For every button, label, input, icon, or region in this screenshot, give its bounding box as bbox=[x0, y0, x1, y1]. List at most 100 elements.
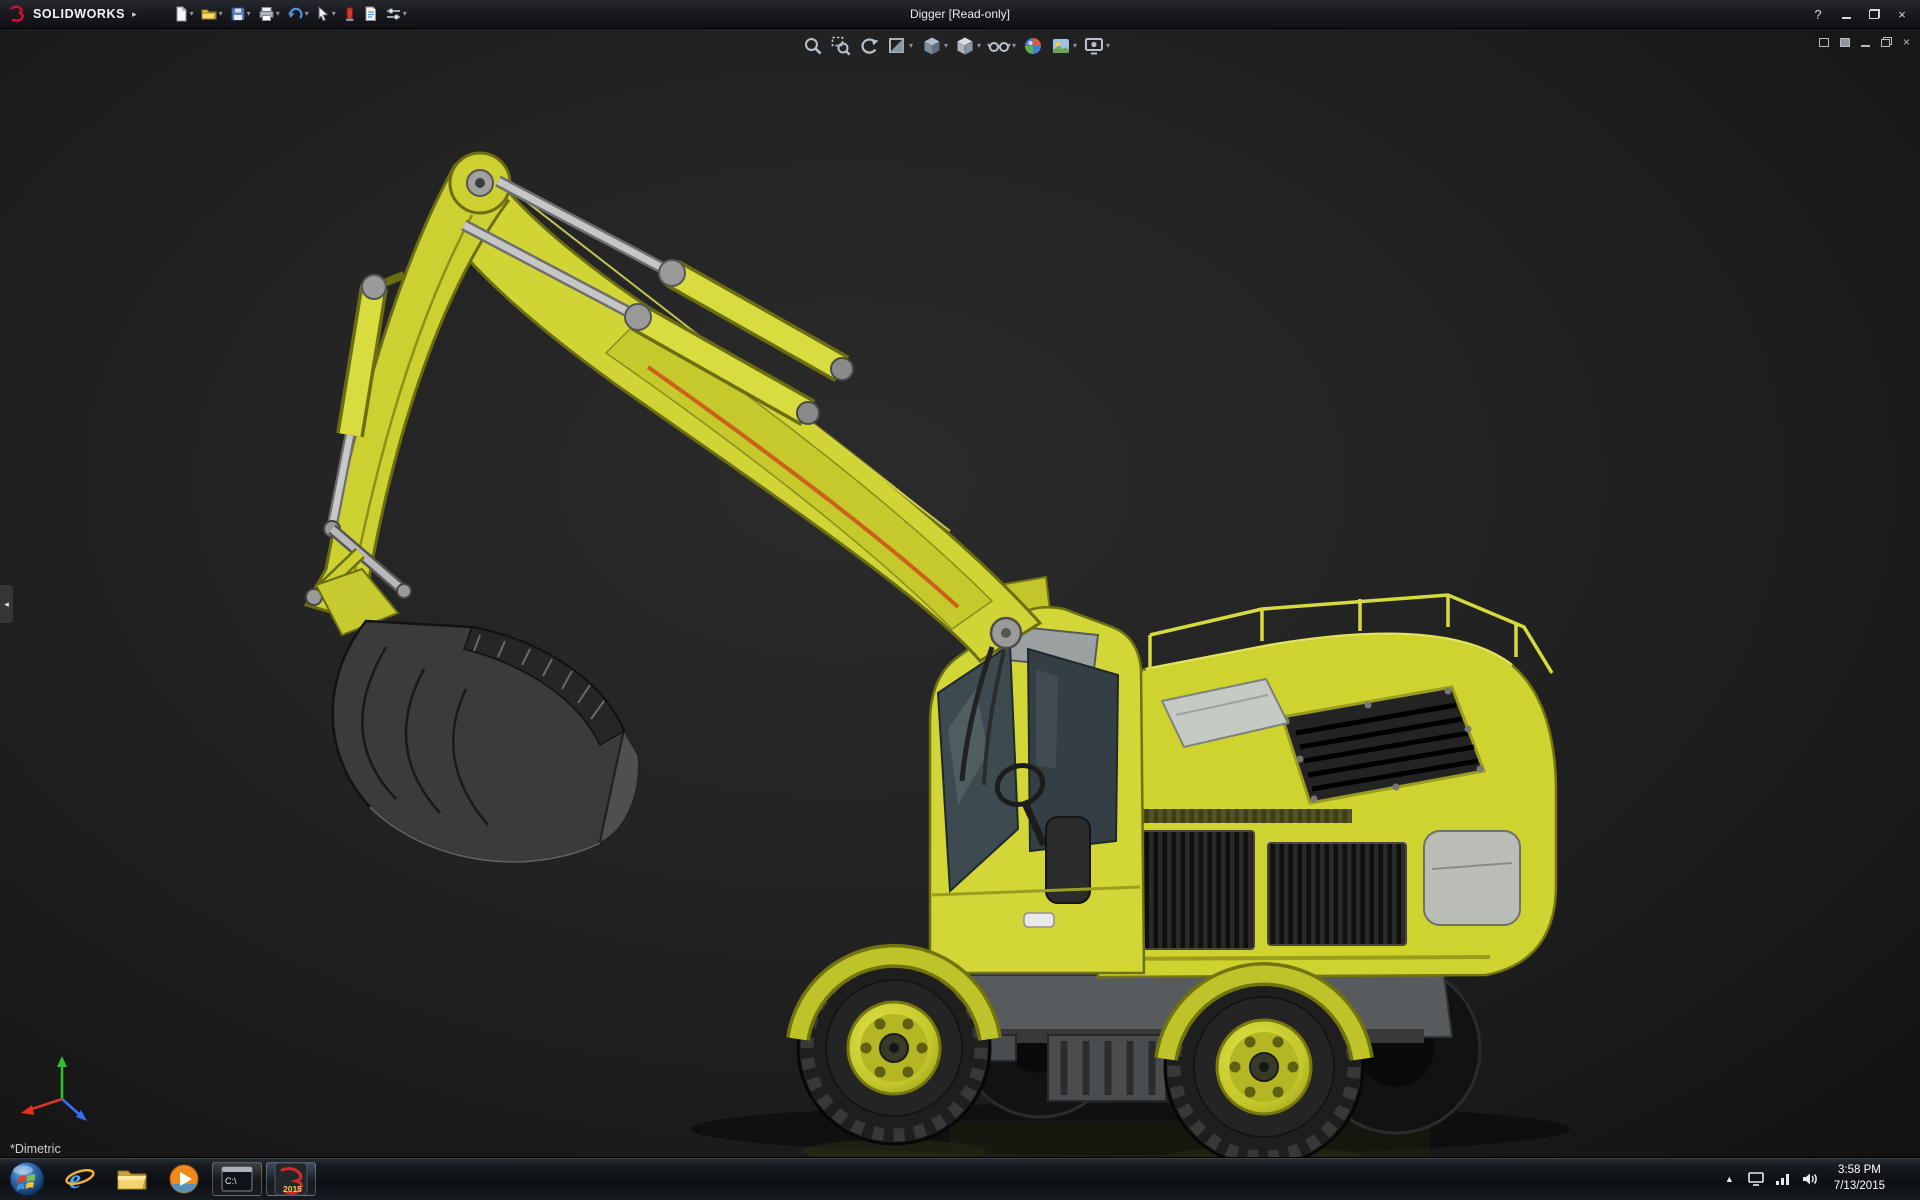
dropdown-caret[interactable]: ▾ bbox=[190, 10, 194, 18]
open-button[interactable]: ▾ bbox=[199, 4, 225, 24]
minimize-icon bbox=[1841, 17, 1851, 19]
quick-access-toolbar: ▾ ▾ ▾ ▾ ▾ ▾ ▾ bbox=[171, 4, 409, 24]
menu-expand-icon[interactable]: ▸ bbox=[132, 9, 137, 20]
hide-show-items-button[interactable]: ▾ bbox=[985, 34, 1018, 58]
side-grille-right bbox=[1267, 842, 1407, 946]
select-button[interactable]: ▾ bbox=[314, 4, 338, 24]
display-style-button[interactable]: ▾ bbox=[952, 34, 983, 58]
app-titlebar: SOLIDWORKS ▸ ▾ ▾ ▾ ▾ ▾ ▾ ▾ Digger [Read-… bbox=[0, 0, 1920, 29]
apply-scene-icon bbox=[1053, 39, 1070, 53]
dassault-3ds-logo-icon bbox=[10, 5, 24, 22]
view-orientation-label: *Dimetric bbox=[10, 1142, 61, 1156]
taskbar-item-solidworks[interactable]: 2015 bbox=[266, 1162, 316, 1196]
vent-strip bbox=[1112, 809, 1352, 823]
options-button[interactable]: ▾ bbox=[383, 4, 409, 24]
cmd-label: C:\ bbox=[225, 1176, 237, 1186]
new-window-icon bbox=[1839, 37, 1850, 47]
help-button[interactable]: ? bbox=[1806, 4, 1830, 24]
dropdown-caret[interactable]: ▾ bbox=[1106, 42, 1110, 50]
undo-button[interactable]: ▾ bbox=[285, 4, 311, 24]
graphics-viewport[interactable]: ▾ ▾ ▾ ▾ ▾ ▾ × ◂ *Dimetric bbox=[0, 29, 1920, 1157]
taskbar-item-internet-explorer[interactable]: e bbox=[54, 1158, 106, 1200]
viewport-split-button[interactable] bbox=[1818, 34, 1829, 50]
doc-restore-button[interactable] bbox=[1880, 34, 1892, 50]
view-settings-button[interactable]: ▾ bbox=[1081, 34, 1112, 58]
close-button[interactable]: × bbox=[1890, 4, 1914, 24]
featuremanager-collapsed-tab[interactable]: ◂ bbox=[0, 585, 13, 623]
view-settings-icon bbox=[1085, 38, 1104, 55]
volume-tray-icon[interactable] bbox=[1802, 1172, 1819, 1186]
clock-date: 7/13/2015 bbox=[1833, 1180, 1885, 1192]
command-prompt-icon: C:\ bbox=[221, 1166, 253, 1192]
zoom-to-area-button[interactable] bbox=[828, 34, 854, 58]
edit-appearance-ball-icon bbox=[1025, 38, 1042, 54]
doc-restore-icon bbox=[1880, 37, 1892, 47]
previous-view-icon bbox=[861, 38, 879, 54]
dropdown-caret[interactable]: ▾ bbox=[944, 42, 948, 50]
apply-scene-button[interactable]: ▾ bbox=[1048, 34, 1079, 58]
zoom-to-area-icon bbox=[831, 36, 851, 56]
taskbar-item-windows-explorer[interactable] bbox=[106, 1158, 158, 1200]
new-document-button[interactable]: ▾ bbox=[171, 4, 196, 24]
dropdown-caret[interactable]: ▾ bbox=[977, 42, 981, 50]
split-icon bbox=[1818, 37, 1829, 47]
file-properties-icon bbox=[365, 6, 376, 21]
dropdown-caret[interactable]: ▾ bbox=[403, 10, 407, 18]
engine-housing[interactable] bbox=[1096, 593, 1558, 979]
excavator-model[interactable] bbox=[0, 29, 1920, 1157]
bucket-linkage bbox=[305, 524, 412, 637]
folder-icon bbox=[117, 1170, 147, 1190]
network-tray-icon[interactable] bbox=[1775, 1172, 1791, 1186]
restore-button[interactable] bbox=[1862, 4, 1886, 24]
heads-up-view-toolbar: ▾ ▾ ▾ ▾ ▾ ▾ bbox=[796, 33, 1116, 59]
save-button[interactable]: ▾ bbox=[228, 4, 253, 24]
dropdown-caret[interactable]: ▾ bbox=[1073, 42, 1077, 50]
dropdown-caret[interactable]: ▾ bbox=[305, 10, 309, 18]
dropdown-caret[interactable]: ▾ bbox=[247, 10, 251, 18]
internet-explorer-icon: e bbox=[65, 1164, 95, 1194]
open-folder-icon bbox=[201, 9, 217, 20]
solidworks-app-icon: 2015 bbox=[274, 1162, 308, 1196]
save-icon bbox=[231, 7, 245, 21]
svg-text:e: e bbox=[69, 1164, 81, 1194]
taskbar-clock[interactable]: 3:58 PM 7/13/2015 bbox=[1830, 1163, 1894, 1194]
windows-start-icon bbox=[9, 1161, 45, 1197]
options-sliders-icon bbox=[386, 8, 400, 20]
dropdown-caret[interactable]: ▾ bbox=[1012, 42, 1016, 50]
brand-name: SOLIDWORKS bbox=[33, 7, 126, 21]
file-properties-button[interactable] bbox=[361, 4, 380, 24]
solidworks-brand[interactable]: SOLIDWORKS ▸ bbox=[0, 5, 145, 23]
window-controls: ? × bbox=[1806, 4, 1920, 24]
restore-icon bbox=[1868, 9, 1880, 19]
print-button[interactable]: ▾ bbox=[256, 4, 282, 24]
show-hidden-icons-button[interactable]: ▲ bbox=[1722, 1171, 1737, 1187]
color-swatch-button[interactable] bbox=[341, 4, 358, 24]
dropdown-caret[interactable]: ▾ bbox=[332, 10, 336, 18]
dropdown-caret[interactable]: ▾ bbox=[276, 10, 280, 18]
bucket[interactable] bbox=[331, 619, 640, 863]
color-swatch-icon bbox=[345, 7, 354, 21]
document-window-controls: × bbox=[1818, 34, 1910, 50]
dropdown-caret[interactable]: ▾ bbox=[219, 10, 223, 18]
view-orientation-cube-icon bbox=[924, 37, 940, 55]
new-window-button[interactable] bbox=[1839, 34, 1850, 50]
new-document-icon bbox=[176, 6, 187, 22]
section-view-icon bbox=[889, 38, 904, 53]
start-button[interactable] bbox=[0, 1158, 54, 1200]
windows-taskbar: e C:\ 2015 ▲ 3:58 PM 7/13/2015 bbox=[0, 1157, 1920, 1200]
minimize-button[interactable] bbox=[1834, 4, 1858, 24]
doc-minimize-button[interactable] bbox=[1860, 34, 1870, 50]
doc-minimize-icon bbox=[1860, 44, 1870, 47]
display-style-icon bbox=[957, 37, 973, 56]
zoom-to-fit-button[interactable] bbox=[800, 34, 826, 58]
display-tray-icon[interactable] bbox=[1748, 1172, 1764, 1186]
taskbar-item-command-prompt[interactable]: C:\ bbox=[212, 1162, 262, 1196]
dropdown-caret[interactable]: ▾ bbox=[909, 42, 913, 50]
section-view-button[interactable]: ▾ bbox=[884, 34, 915, 58]
taskbar-item-media-player[interactable] bbox=[158, 1158, 210, 1200]
previous-view-button[interactable] bbox=[856, 34, 882, 58]
doc-close-button[interactable]: × bbox=[1903, 34, 1910, 50]
view-orientation-button[interactable]: ▾ bbox=[919, 34, 950, 58]
edit-appearance-button[interactable] bbox=[1020, 34, 1046, 58]
cab[interactable] bbox=[928, 606, 1146, 975]
